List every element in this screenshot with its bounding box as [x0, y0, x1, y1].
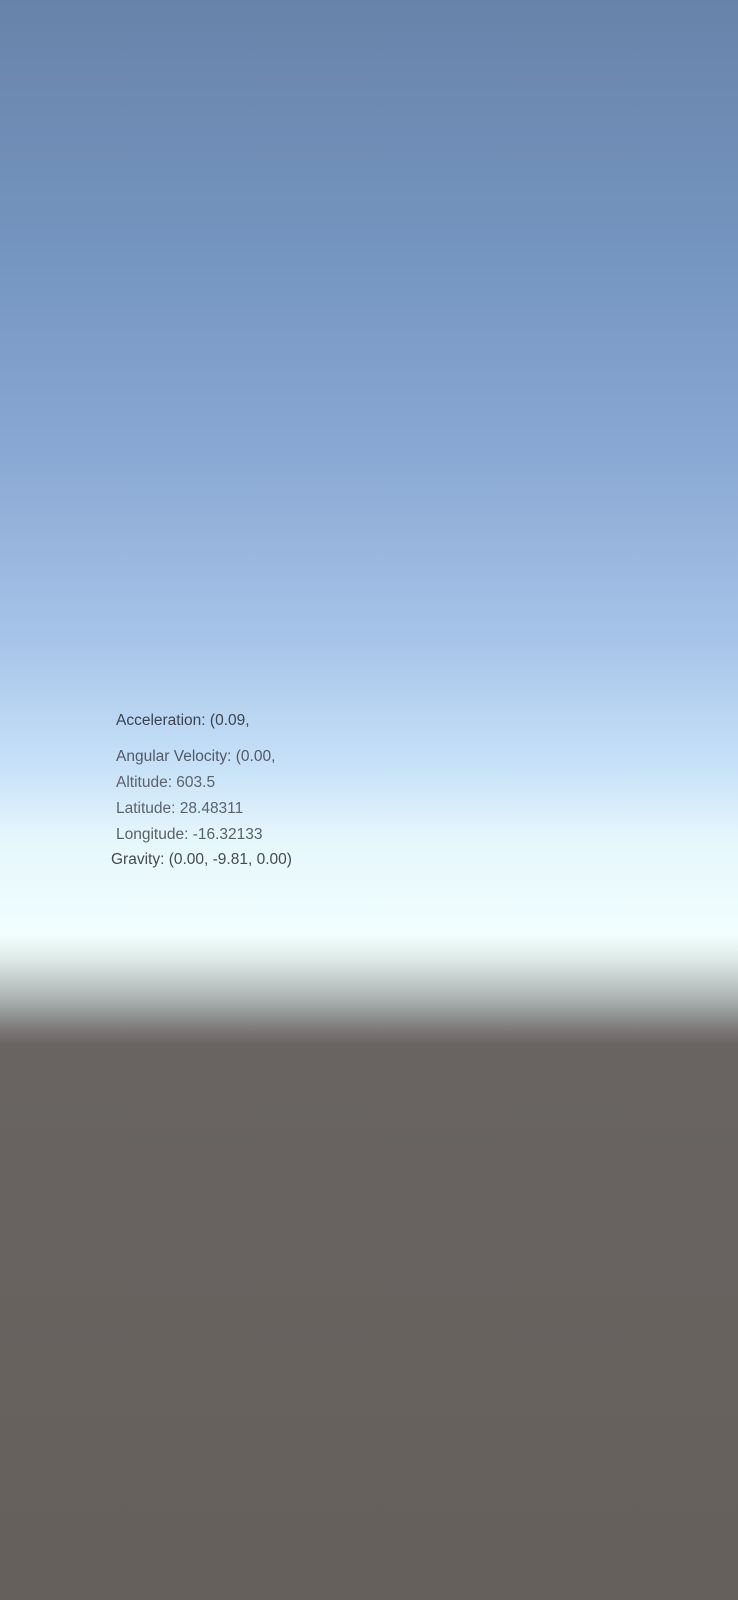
longitude-readout: Longitude: -16.32133	[116, 826, 263, 843]
latitude-readout: Latitude: 28.48311	[116, 800, 244, 817]
angular-velocity-readout: Angular Velocity: (0.00,	[116, 748, 276, 765]
acceleration-readout: Acceleration: (0.09,	[116, 712, 250, 729]
game-viewport[interactable]: Acceleration: (0.09, Angular Velocity: (…	[0, 0, 738, 1600]
altitude-readout: Altitude: 603.5	[116, 774, 216, 791]
gravity-readout: Gravity: (0.00, -9.81, 0.00)	[111, 851, 292, 868]
